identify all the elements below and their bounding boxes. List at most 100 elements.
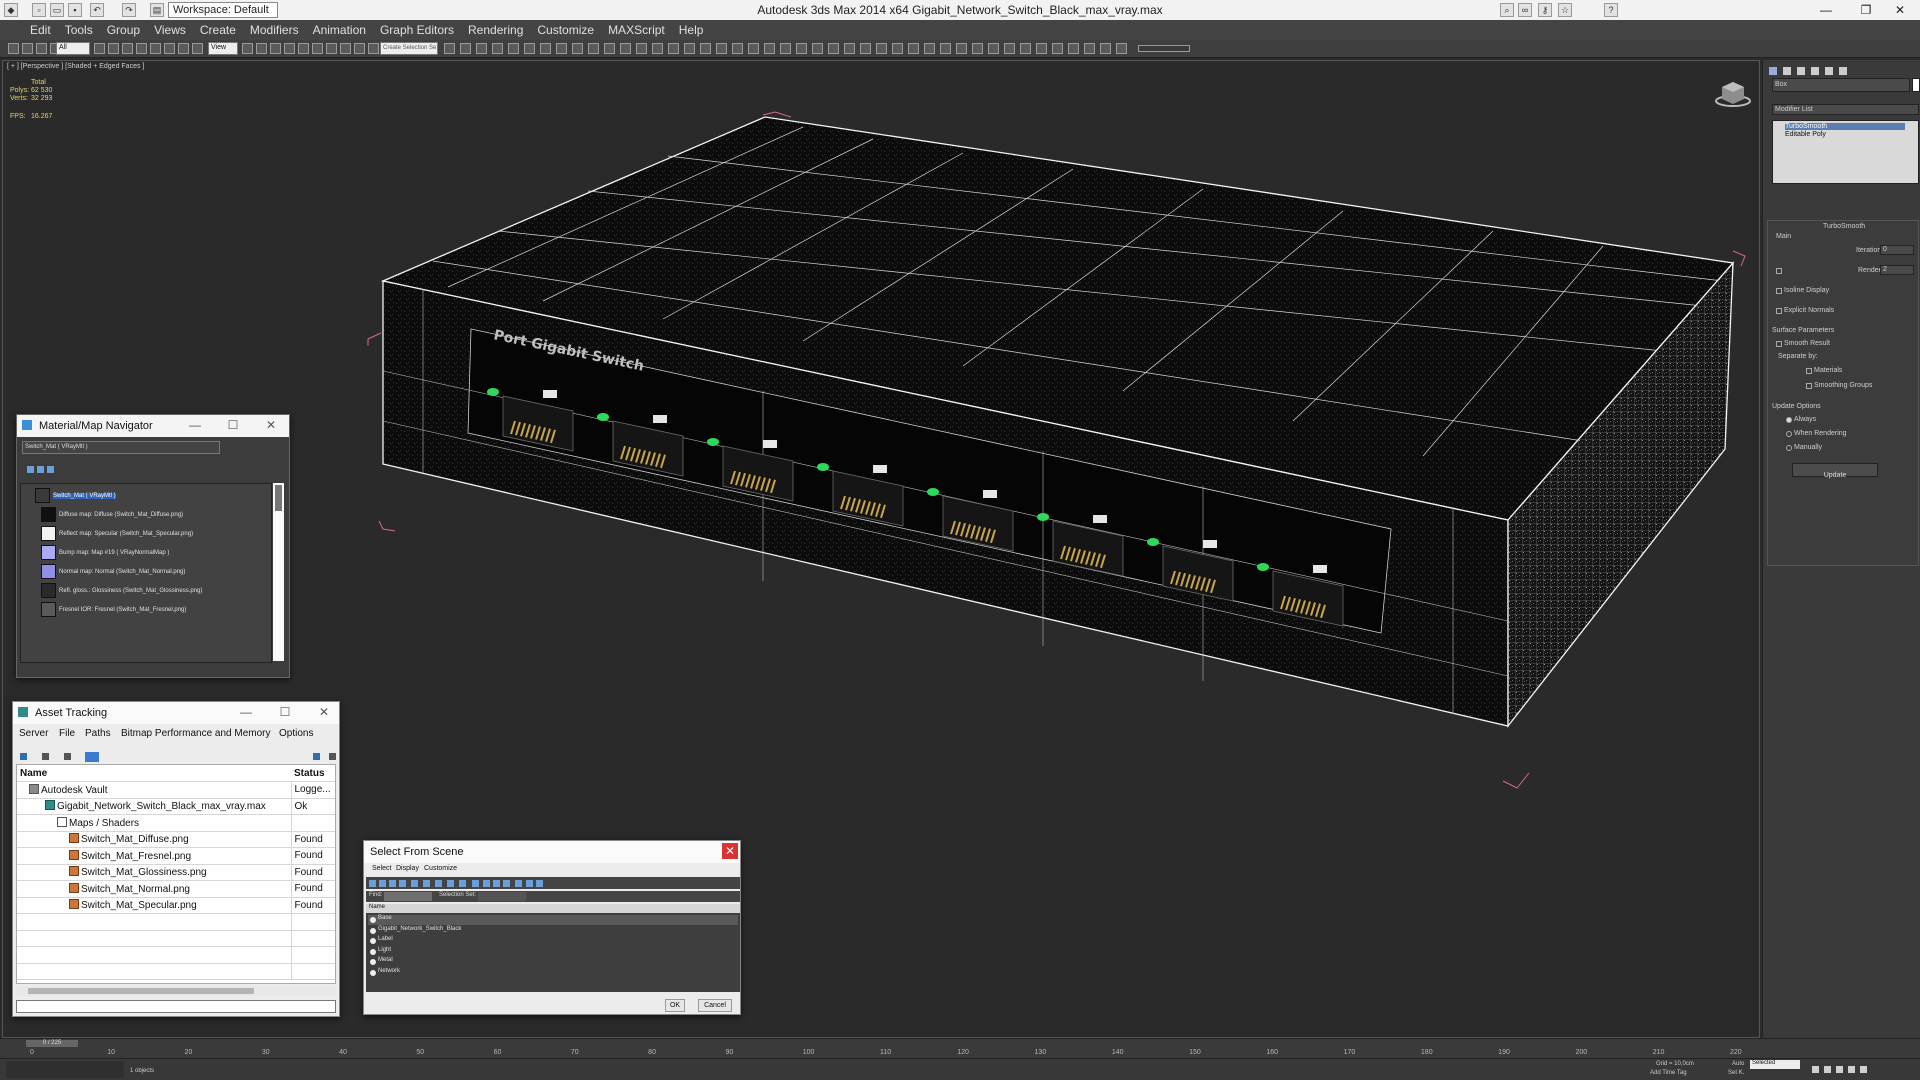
time-slider[interactable]: 0 / 225 bbox=[26, 1040, 78, 1047]
toolbar-tool-icon[interactable] bbox=[748, 43, 759, 54]
favorites-star-icon[interactable]: ☆ bbox=[1558, 3, 1572, 17]
asset-tracking-titlebar[interactable]: Asset Tracking — ☐ ✕ bbox=[13, 702, 339, 724]
scene-object-row[interactable]: Light bbox=[368, 947, 738, 957]
auto-key-button[interactable]: Auto bbox=[1732, 1061, 1744, 1067]
layer-dropdown[interactable] bbox=[1138, 45, 1190, 52]
sfs-filter-toolbar[interactable] bbox=[366, 877, 740, 889]
toolbar-tool-icon[interactable] bbox=[368, 43, 379, 54]
object-name-field[interactable]: Box bbox=[1772, 78, 1910, 92]
menu-group[interactable]: Group bbox=[107, 20, 140, 37]
toolbar-tool-icon[interactable] bbox=[178, 43, 189, 54]
scene-object-row[interactable]: Gigabit_Network_Switch_Black bbox=[368, 926, 738, 936]
material-name-field[interactable]: Switch_Mat ( VRayMtl ) bbox=[22, 441, 220, 454]
menu-animation[interactable]: Animation bbox=[313, 20, 366, 37]
toolbar-tool-icon[interactable] bbox=[1036, 43, 1047, 54]
toolbar-tool-icon[interactable] bbox=[684, 43, 695, 54]
table-row[interactable]: Switch_Mat_Fresnel.png Found bbox=[17, 847, 335, 865]
toolbar-tool-icon[interactable] bbox=[876, 43, 887, 54]
toolbar-tool-icon[interactable] bbox=[972, 43, 983, 54]
toolbar-tool-icon[interactable] bbox=[256, 43, 267, 54]
material-tree-item[interactable]: Reflect map: Specular (Switch_Mat_Specul… bbox=[59, 531, 193, 537]
toolbar-tool-icon[interactable] bbox=[242, 43, 253, 54]
select-from-scene-titlebar[interactable]: Select From Scene ✕ bbox=[364, 841, 740, 863]
toolbar-tool-icon[interactable] bbox=[1004, 43, 1015, 54]
asset-menu-bitmap-performance[interactable]: Bitmap Performance and Memory bbox=[121, 728, 271, 739]
toolbar-tool-icon[interactable] bbox=[284, 43, 295, 54]
toolbar-tool-icon[interactable] bbox=[860, 43, 871, 54]
toolbar-tool-icon[interactable] bbox=[588, 43, 599, 54]
toolbar-tool-icon[interactable] bbox=[924, 43, 935, 54]
key-icon[interactable]: ⚷ bbox=[1538, 3, 1552, 17]
table-row[interactable]: Switch_Mat_Glossiness.png Found bbox=[17, 864, 335, 881]
maximize-icon[interactable]: ☐ bbox=[277, 705, 293, 719]
close-icon[interactable]: ✕ bbox=[1880, 0, 1920, 20]
toolbar-tool-icon[interactable] bbox=[1084, 43, 1095, 54]
sfs-menu-select[interactable]: Select bbox=[372, 865, 391, 872]
viewcube-icon[interactable] bbox=[1713, 77, 1753, 109]
menu-tools[interactable]: Tools bbox=[65, 20, 93, 37]
column-name[interactable]: Name bbox=[17, 765, 291, 782]
toolbar-tool-icon[interactable] bbox=[354, 43, 365, 54]
render-iters-checkbox[interactable] bbox=[1776, 268, 1782, 274]
modifier-stack[interactable]: TurboSmooth Editable Poly bbox=[1772, 120, 1919, 184]
toolbar-tool-icon[interactable] bbox=[136, 43, 147, 54]
toolbar-tool-icon[interactable] bbox=[844, 43, 855, 54]
selection-filter-dropdown[interactable]: All bbox=[56, 42, 90, 55]
material-tree-item[interactable]: Refl. gloss.: Glossiness (Switch_Mat_Glo… bbox=[59, 588, 202, 594]
add-time-tag[interactable]: Add Time Tag bbox=[1650, 1070, 1687, 1076]
smooth-result-checkbox[interactable] bbox=[1776, 341, 1782, 347]
when-rendering-radio[interactable] bbox=[1786, 431, 1792, 437]
material-tree-item[interactable]: Fresnel IOR: Fresnel (Switch_Mat_Fresnel… bbox=[59, 607, 186, 613]
toolbar-tool-icon[interactable] bbox=[1116, 43, 1127, 54]
table-row[interactable]: Gigabit_Network_Switch_Black_max_vray.ma… bbox=[17, 798, 335, 815]
toolbar-tool-icon[interactable] bbox=[94, 43, 105, 54]
toolbar-tool-icon[interactable] bbox=[636, 43, 647, 54]
toolbar-tool-icon[interactable] bbox=[340, 43, 351, 54]
object-color-swatch[interactable] bbox=[1912, 78, 1920, 92]
asset-menu-file[interactable]: File bbox=[59, 728, 75, 739]
asset-menu-server[interactable]: Server bbox=[19, 728, 48, 739]
toolbar-tool-icon[interactable] bbox=[604, 43, 615, 54]
toolbar-tool-icon[interactable] bbox=[298, 43, 309, 54]
maxscript-listener[interactable] bbox=[6, 1061, 124, 1078]
sfs-menu-customize[interactable]: Customize bbox=[424, 865, 457, 872]
toolbar-tool-icon[interactable] bbox=[716, 43, 727, 54]
menu-create[interactable]: Create bbox=[200, 20, 236, 37]
stack-tools[interactable] bbox=[1772, 192, 1919, 204]
toolbar-tool-icon[interactable] bbox=[572, 43, 583, 54]
named-selection-sets-field[interactable]: Create Selection Se bbox=[380, 42, 438, 55]
toolbar-tool-icon[interactable] bbox=[988, 43, 999, 54]
toolbar-tool-icon[interactable] bbox=[312, 43, 323, 54]
minimize-icon[interactable]: — bbox=[238, 705, 254, 719]
navigator-scrollbar[interactable] bbox=[273, 483, 284, 661]
column-name[interactable]: Name bbox=[366, 904, 740, 913]
playback-controls[interactable] bbox=[1810, 1061, 1910, 1073]
toolbar-tool-icon[interactable] bbox=[508, 43, 519, 54]
asset-path-field[interactable] bbox=[16, 1000, 336, 1013]
material-tree-item[interactable]: Bump map: Map #19 ( VRayNormalMap ) bbox=[59, 550, 169, 556]
toolbar-tool-icon[interactable] bbox=[122, 43, 133, 54]
materials-checkbox[interactable] bbox=[1806, 368, 1812, 374]
menu-edit[interactable]: Edit bbox=[30, 20, 51, 37]
close-icon[interactable]: ✕ bbox=[316, 705, 332, 719]
always-radio[interactable] bbox=[1786, 417, 1792, 423]
toolbar-tool-icon[interactable] bbox=[1068, 43, 1079, 54]
asset-menu-options[interactable]: Options bbox=[279, 728, 313, 739]
menu-views[interactable]: Views bbox=[154, 20, 186, 37]
menu-modifiers[interactable]: Modifiers bbox=[250, 20, 299, 37]
material-tree-item[interactable]: Switch_Mat ( VRayMtl ) bbox=[53, 493, 116, 499]
asset-menu-paths[interactable]: Paths bbox=[85, 728, 111, 739]
minimize-icon[interactable]: — bbox=[1806, 0, 1846, 20]
toolbar-tool-icon[interactable] bbox=[652, 43, 663, 54]
selection-set-dropdown[interactable] bbox=[478, 892, 526, 901]
stack-item-editable-poly[interactable]: Editable Poly bbox=[1785, 131, 1826, 138]
table-row[interactable]: Autodesk Vault Logge... bbox=[17, 781, 335, 799]
scene-object-list[interactable]: Name Base Gigabit_Network_Switch_Black Lab… bbox=[366, 904, 740, 992]
sfs-menu-display[interactable]: Display bbox=[396, 865, 419, 872]
asset-tracking-toolbar[interactable] bbox=[17, 749, 337, 762]
asset-horizontal-scrollbar[interactable] bbox=[16, 986, 336, 996]
toolbar-tool-icon[interactable] bbox=[164, 43, 175, 54]
toolbar-tool-icon[interactable] bbox=[108, 43, 119, 54]
stack-item-turbosmooth[interactable]: TurboSmooth bbox=[1785, 123, 1905, 130]
scene-object-row[interactable]: Metal bbox=[368, 957, 738, 967]
